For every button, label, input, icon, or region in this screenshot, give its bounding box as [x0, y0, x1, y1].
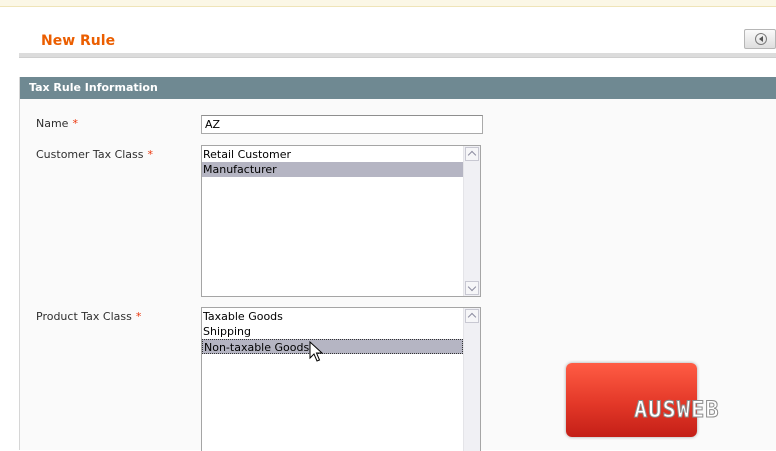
back-button[interactable]	[744, 29, 776, 49]
back-arrow-icon	[755, 33, 767, 45]
ausweb-logo-text: AUSWEB	[633, 398, 720, 424]
scroll-down-button[interactable]	[465, 281, 479, 295]
name-label-text: Name	[36, 117, 69, 130]
fieldset-header: Tax Rule Information	[20, 77, 776, 99]
option-manufacturer[interactable]: Manufacturer	[202, 162, 463, 177]
chevron-up-icon	[467, 312, 477, 322]
option-retail-customer[interactable]: Retail Customer	[202, 147, 463, 162]
scroll-up-button[interactable]	[465, 309, 479, 323]
customer-tax-class-scrollbar[interactable]	[463, 146, 480, 296]
product-tax-class-select[interactable]: Taxable Goods Shipping Non-taxable Goods	[201, 307, 481, 451]
customer-tax-class-label: Customer Tax Class *	[36, 148, 153, 161]
customer-tax-class-label-text: Customer Tax Class	[36, 148, 144, 161]
chevron-down-icon	[467, 282, 477, 292]
customer-tax-class-select[interactable]: Retail Customer Manufacturer	[201, 145, 481, 297]
option-non-taxable-goods[interactable]: Non-taxable Goods	[202, 339, 463, 354]
product-tax-class-scrollbar[interactable]	[463, 308, 480, 451]
required-mark: *	[72, 117, 78, 130]
top-notice-strip	[0, 0, 776, 7]
product-tax-class-label: Product Tax Class *	[36, 310, 141, 323]
name-input[interactable]	[201, 115, 483, 134]
required-mark: *	[135, 310, 142, 323]
option-taxable-goods[interactable]: Taxable Goods	[202, 309, 463, 324]
fieldset-title: Tax Rule Information	[29, 81, 158, 94]
title-divider	[19, 53, 776, 58]
page-title: New Rule	[41, 33, 116, 49]
product-tax-class-label-text: Product Tax Class	[36, 310, 132, 323]
required-mark: *	[147, 148, 154, 161]
scroll-up-button[interactable]	[465, 147, 479, 161]
name-label: Name *	[36, 117, 78, 130]
option-shipping[interactable]: Shipping	[202, 324, 463, 339]
chevron-up-icon	[467, 150, 477, 160]
mouse-pointer-icon	[309, 341, 324, 362]
